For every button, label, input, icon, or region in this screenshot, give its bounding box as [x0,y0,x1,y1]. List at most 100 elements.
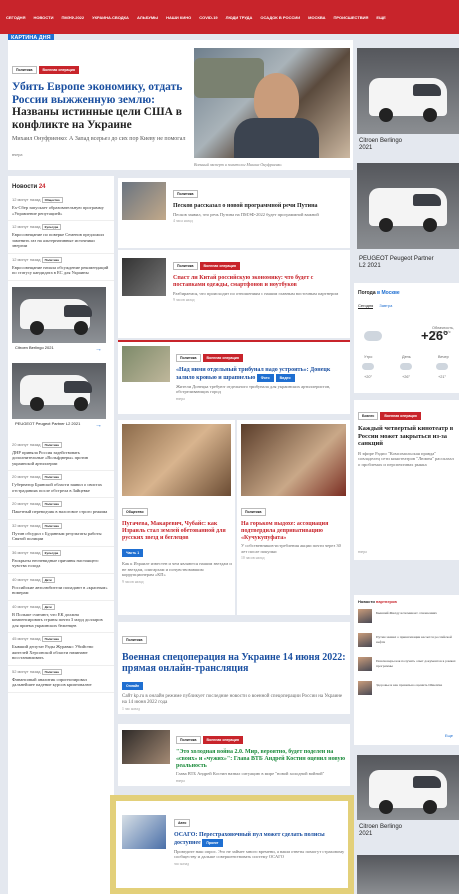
side-article[interactable]: Бизнес Военная операция Каждый четвертый … [354,400,459,560]
nav-item[interactable]: Covid-19 [199,15,217,20]
article-thumbnail[interactable] [122,730,170,764]
tag[interactable]: Военная операция [199,262,240,270]
tag[interactable]: Авто [174,819,191,827]
news-item[interactable]: 40 минут назад Дети В Польше считают, что… [8,601,114,633]
tank-image [194,58,264,98]
news-item[interactable]: 36 минут назад Культура Раскрыты неочевид… [8,547,114,574]
news-item[interactable]: 12 минут назад Общество Ex-Сбер запускает… [8,194,114,221]
tag[interactable]: Военная операция [202,736,243,744]
tag[interactable]: Политика [173,262,198,270]
avatar [358,609,372,623]
nav-item[interactable]: Происшествия [333,15,368,20]
news-item[interactable]: 52 минут назад Политика Финансовый аналит… [8,666,114,693]
article-card[interactable]: Авто ОСАГО: Перестраховочный пул может с… [110,795,354,894]
tag[interactable]: Общество [122,508,148,516]
article-thumbnail[interactable] [122,346,170,382]
partner-item[interactable]: Бывший Жилду вспоминает отношениях [358,609,458,629]
weather-part: Вечер [438,355,449,359]
article-card[interactable]: Политика Военная спецоперация на Украине… [118,622,350,714]
car-ad-image[interactable] [357,163,459,249]
car-ad[interactable]: PEUGEOT Peugeot Partner L2 2021 → [12,362,106,433]
cloud-icon [362,363,374,370]
nav-item[interactable]: Альбумы [137,15,158,20]
tag[interactable]: Политика [173,190,198,198]
nav-item[interactable]: Новости [33,15,53,20]
article-card[interactable]: Общество Пугачева, Макаревич, Чубайс: ка… [118,420,235,615]
hero-title[interactable]: Убить Европе экономику, отдать России вы… [12,81,187,131]
news-item[interactable]: 40 минут назад Дети Российские автолюбите… [8,574,114,601]
avatar [358,681,372,695]
hero-article[interactable]: Политика Военная операция Убить Европе эк… [8,40,353,170]
car-ad-caption[interactable]: Citroen Berlingo 2021 [359,138,409,152]
news-item[interactable]: 20 минут назад Политика Губернатор Брянск… [8,471,114,498]
article-title[interactable]: "Это холодная война 2.0. Мир, вероятно, … [176,749,346,769]
article-thumbnail[interactable] [122,182,166,220]
car-ad-image[interactable] [357,855,459,894]
partner-item[interactable]: Пенсионеры как получить опыт документов … [358,657,458,677]
article-card[interactable]: Политика Песков рассказал о новой програ… [118,178,350,248]
article-thumbnail[interactable] [122,424,231,496]
car-ad-image[interactable] [357,755,459,820]
tab-tomorrow[interactable]: Завтра [379,303,392,309]
tab-today[interactable]: Сегодня [358,303,374,309]
article-title[interactable]: Пугачева, Макаревич, Чубайс: как Израиль… [122,521,232,541]
nav-item[interactable]: Украина.Сводка [92,15,129,20]
article-title[interactable]: Военная спецоперация на Украине 14 июня … [122,652,346,674]
article-desc: У собственников-истребления акции почти … [241,543,341,554]
partner-item[interactable]: Путин заявил о приватизации касается рос… [358,633,458,653]
news-item[interactable]: 45 минут назад Политика Бывший депутат Ра… [8,633,114,666]
article-thumbnail[interactable] [122,258,166,296]
article-card[interactable]: Политика Военная операция Спаст ли Китай … [118,250,350,338]
weather-condition: Облачность, ветер 4м/с [432,326,455,334]
person-body [234,118,319,158]
article-card[interactable]: Политика Военная операция «Над ними отдел… [118,342,350,414]
photo-badge: Фото [256,373,274,382]
arrow-right-icon: → [95,420,102,429]
car-ad-caption[interactable]: PEUGEOT Peugeot Partner L2 2021 [359,256,439,270]
article-title[interactable]: ОСАГО: Перестраховочный пул может сделат… [174,832,348,847]
car-ad[interactable]: Citroen Berlingo 2021 → [12,286,106,357]
tag[interactable]: Политика [122,636,147,644]
news-item[interactable]: 12 минут назад Политика Евросовещание нач… [8,254,114,281]
article-title[interactable]: Спаст ли Китай российскую экономику: что… [173,275,345,289]
partner-item[interactable]: Здоровье и как правильно оценить Шмелёва [358,681,458,701]
nav-item[interactable]: Москва [308,15,325,20]
hero-photo[interactable] [194,48,350,158]
article-title[interactable]: «Над ними отдельный трибунал надо устрои… [176,367,346,382]
side-article-title[interactable]: Каждый четвертый кинотеатр в России може… [358,425,455,448]
news-item[interactable]: 12 минут назад Культура Евросовещание по … [8,221,114,254]
nav-item[interactable]: Осадок в России [260,15,300,20]
news-item[interactable]: 32 минут назад Политика Путин обсудил с Б… [8,520,114,547]
hero-age: вчера [12,152,23,157]
news-item[interactable]: 20 минут назад Политика Пакетный переводч… [8,498,114,520]
tag[interactable]: Политика [176,736,201,744]
nav-item[interactable]: Сегодня [6,15,25,20]
part-badge: Часть 1 [122,549,144,558]
article-card[interactable]: Политика Военная операция "Это холодная в… [118,724,350,786]
article-title[interactable]: На горьком выдохе: ассоциация подтвердил… [241,521,346,541]
more-link[interactable]: Еще [445,733,453,738]
weather-title: Погода в Москве [358,290,400,296]
nav-item[interactable]: Еще [376,15,385,20]
tag[interactable]: Военная операция [202,354,243,362]
nav-item[interactable]: Люди труда [226,15,253,20]
news-feed: Новости 24 12 минут назад Общество Ex-Сбе… [8,176,114,894]
car-ad-caption[interactable]: Citroen Berlingo 2021 [359,824,409,838]
nav-item[interactable]: Наши кино [166,15,191,20]
article-thumbnail[interactable] [122,815,166,849]
article-age: 9 часов назад [122,579,144,584]
news-item[interactable]: 20 минут назад Политика ДНР приняла Росси… [8,439,114,471]
tag[interactable]: Политика [241,508,266,516]
tag[interactable]: Политика [12,66,37,74]
article-age: 4 часа назад [173,219,193,224]
tag[interactable]: Военная операция [38,66,79,74]
tag[interactable]: Бизнес [358,412,379,420]
article-card[interactable]: Политика На горьком выдохе: ассоциация п… [237,420,350,615]
nav-item[interactable]: ПМЭФ-2022 [61,15,84,20]
tag[interactable]: Политика [176,354,201,362]
car-ad-image[interactable] [357,48,459,134]
article-title[interactable]: Песков рассказал о новой программной реч… [173,203,345,210]
article-thumbnail[interactable] [241,424,346,496]
article-desc: Проведите наш опрос. Это не займет много… [174,848,345,860]
tag[interactable]: Военная операция [380,412,421,420]
